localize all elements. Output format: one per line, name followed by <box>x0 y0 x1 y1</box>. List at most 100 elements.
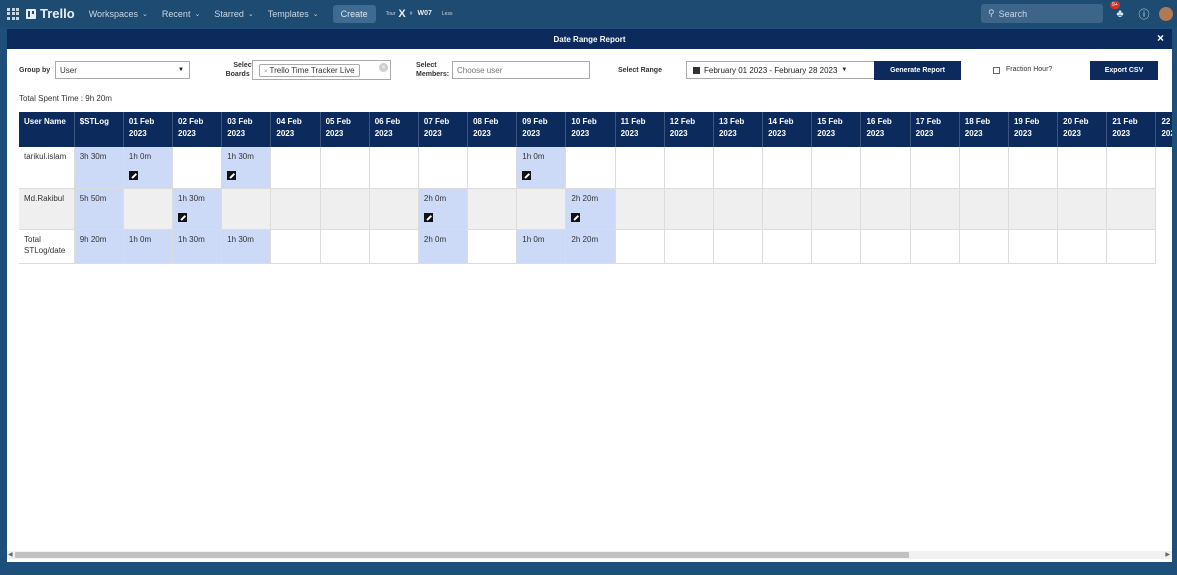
generate-report-button[interactable]: Generate Report <box>874 61 961 80</box>
user-name-cell: Total STLog/date <box>19 229 75 264</box>
clear-icon[interactable]: × <box>379 63 388 72</box>
table-body: tarikul.islam 3h 30m 1h 0m 1h 30m 1h 0m Md.Ra… <box>19 147 1172 264</box>
date-cell <box>811 229 862 264</box>
time-value: 2h 0m <box>423 193 447 203</box>
header-date: 10 Feb 2023 <box>565 112 616 147</box>
date-cell <box>959 229 1009 264</box>
help-icon[interactable]: ⓘ <box>1137 7 1151 21</box>
total-spent-time: Total Spent Time : 9h 20m <box>19 94 112 103</box>
horizontal-scrollbar[interactable]: ◀ ▶ <box>7 551 1172 559</box>
time-value: 1h 30m <box>227 152 254 161</box>
apps-grid-icon[interactable] <box>6 7 20 21</box>
w07-label[interactable]: W07 <box>418 10 432 17</box>
date-cell: 2h 0m <box>418 188 469 230</box>
header-date: 11 Feb 2023 <box>615 112 665 147</box>
scrollbar-thumb[interactable] <box>15 552 909 558</box>
date-cell <box>860 147 911 189</box>
boards-select[interactable]: × Trello Time Tracker Live × <box>252 60 391 80</box>
time-value: 2h 20m <box>571 234 599 244</box>
date-cell: 1h 0m <box>516 147 567 189</box>
time-value: 1h 30m <box>178 193 205 203</box>
tour-link[interactable]: Tour <box>386 11 396 17</box>
nav-templates[interactable]: Templates ⌄ <box>268 9 319 19</box>
caret-down-icon: ▼ <box>841 67 848 73</box>
date-cell <box>270 147 321 189</box>
header-user-name: User Name <box>19 112 75 147</box>
date-cell <box>713 229 764 264</box>
date-cell <box>615 147 665 189</box>
date-cell <box>123 188 174 230</box>
close-icon[interactable]: × <box>1157 31 1164 45</box>
search-icon: ⚲ <box>988 8 995 18</box>
calendar-icon <box>693 66 700 74</box>
avatar[interactable] <box>1159 6 1173 21</box>
date-cell <box>615 229 665 264</box>
select-range-label: Select Range <box>618 67 662 74</box>
date-cell <box>959 147 1009 189</box>
edit-icon[interactable] <box>178 212 188 222</box>
tour-icon[interactable]: Χ <box>398 8 405 20</box>
time-value: 2h 20m <box>571 193 599 203</box>
date-cell <box>221 188 272 230</box>
date-cell <box>1008 229 1059 264</box>
header-date: 22 Feb 2023 <box>1155 112 1172 147</box>
date-cell: 1h 0m <box>123 147 174 189</box>
header-date: 14 Feb 2023 <box>762 112 813 147</box>
fraction-hour-checkbox[interactable] <box>993 67 1000 74</box>
date-cell <box>369 147 419 189</box>
top-nav: Trello Workspaces ⌄ Recent ⌄ Starred ⌄ Temp… <box>0 0 1177 27</box>
date-cell <box>959 188 1009 230</box>
select-members-label: Select Members: <box>416 62 450 78</box>
less-link[interactable]: Less <box>442 11 453 17</box>
date-cell <box>320 188 370 230</box>
date-cell: 2h 0m <box>418 229 469 264</box>
date-cell <box>418 147 469 189</box>
chevron-down-icon: ⌄ <box>142 10 148 18</box>
date-cell <box>516 188 567 230</box>
edit-icon[interactable] <box>227 171 237 180</box>
header-date: 01 Feb 2023 <box>123 112 174 147</box>
header-date: 15 Feb 2023 <box>811 112 862 147</box>
header-date: 16 Feb 2023 <box>860 112 911 147</box>
date-cell <box>713 188 764 230</box>
trello-logo[interactable]: Trello <box>26 6 75 21</box>
date-cell <box>565 147 616 189</box>
date-cell <box>762 229 813 264</box>
date-cell <box>1106 147 1157 189</box>
scroll-left-icon[interactable]: ◀ <box>8 551 13 558</box>
date-range-picker[interactable]: February 01 2023 - February 28 2023 ▼ <box>686 61 875 79</box>
header-date: 21 Feb 2023 <box>1106 112 1157 147</box>
time-value: 1h 0m <box>522 152 545 161</box>
header-date: 08 Feb 2023 <box>467 112 518 147</box>
create-button[interactable]: Create <box>332 4 376 23</box>
nav-starred[interactable]: Starred ⌄ <box>214 9 253 19</box>
modal-header: Date Range Report × <box>7 29 1172 49</box>
edit-icon[interactable] <box>128 171 138 180</box>
date-cell <box>664 229 714 264</box>
board-tag[interactable]: × Trello Time Tracker Live <box>259 63 360 77</box>
edit-icon[interactable] <box>571 212 581 222</box>
notifications-icon[interactable]: ♣ 9+ <box>1110 0 1127 21</box>
edit-icon[interactable] <box>522 171 532 180</box>
date-cell <box>270 229 321 264</box>
search-input[interactable]: ⚲ Search <box>981 4 1103 23</box>
table-row: Total STLog/date 9h 20m 1h 0m 1h 30m 1h 30m 2… <box>19 229 1172 264</box>
date-cell <box>320 147 370 189</box>
header-date: 20 Feb 2023 <box>1057 112 1108 147</box>
nav-workspaces[interactable]: Workspaces ⌄ <box>89 9 148 19</box>
group-by-select[interactable]: User ▼ <box>55 61 190 79</box>
date-cell <box>369 229 419 264</box>
members-input[interactable]: Choose user <box>452 61 590 79</box>
export-csv-button[interactable]: Export CSV <box>1090 61 1158 80</box>
date-cell <box>1008 147 1059 189</box>
edit-icon[interactable] <box>423 212 433 222</box>
chevron-down-icon: ⌄ <box>312 10 319 18</box>
chevron-down-icon: ⌄ <box>247 10 254 18</box>
nav-right: ⚲ Search ♣ 9+ ⓘ <box>981 0 1177 27</box>
remove-tag-icon[interactable]: × <box>264 69 268 75</box>
time-value: 1h 0m <box>522 234 545 244</box>
scroll-right-icon[interactable]: ▶ <box>1165 551 1170 558</box>
nav-recent[interactable]: Recent ⌄ <box>162 9 200 19</box>
date-cell <box>713 147 764 189</box>
time-value: 2h 0m <box>423 234 447 244</box>
